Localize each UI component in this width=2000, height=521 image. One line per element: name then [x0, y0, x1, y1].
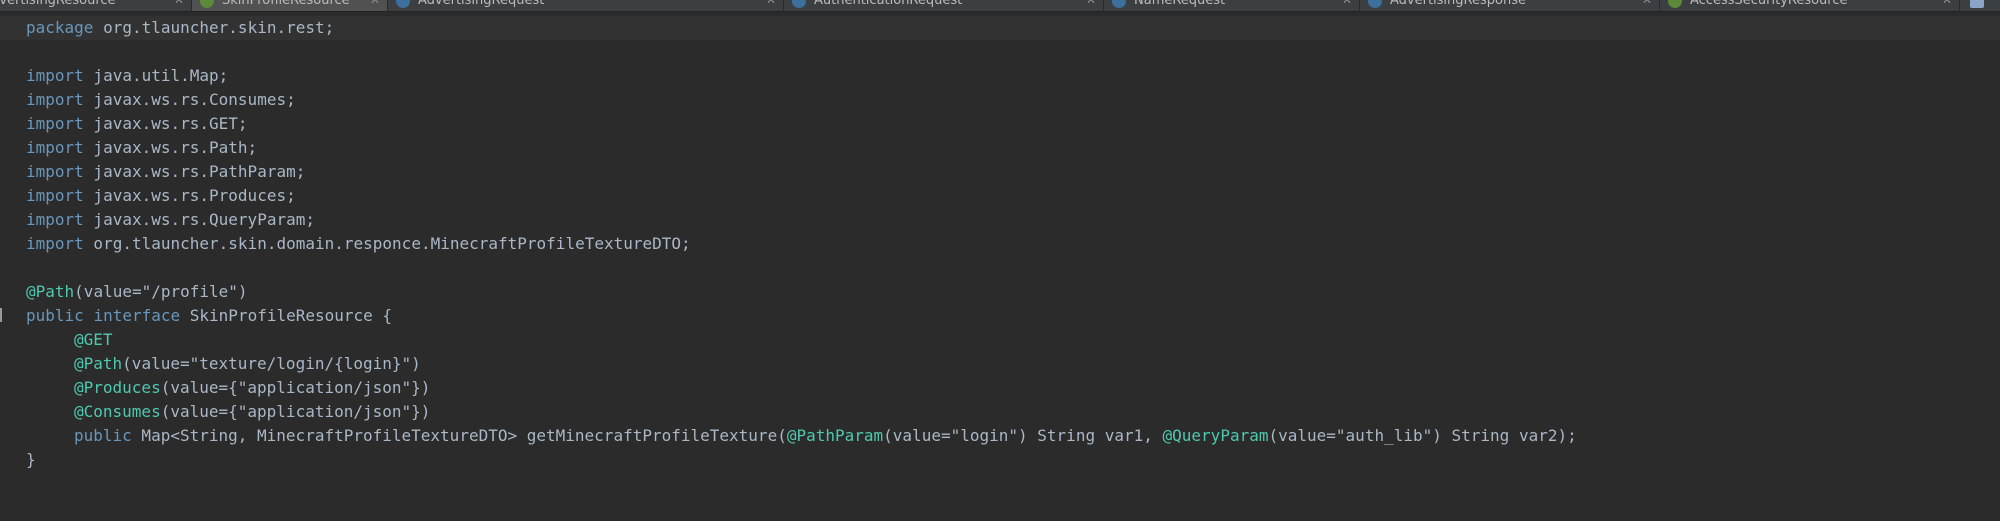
code-line: @Consumes(value={"application/json"}): [74, 402, 431, 421]
code-editor[interactable]: package org.tlauncher.skin.rest; import …: [0, 12, 2000, 521]
close-icon[interactable]: ✕: [1942, 0, 1952, 7]
java-interface-icon: [792, 0, 806, 8]
tab-label: AdvertisingRequest: [418, 0, 545, 8]
tab-authentication-request[interactable]: AuthenticationRequest ✕: [784, 0, 1104, 11]
close-icon[interactable]: ✕: [1642, 0, 1652, 7]
code-line: import java.util.Map;: [26, 66, 229, 85]
code-line: import javax.ws.rs.PathParam;: [26, 162, 306, 181]
code-line: import org.tlauncher.skin.domain.responc…: [26, 234, 691, 253]
tab-advertising-request[interactable]: AdvertisingRequest ✕: [388, 0, 784, 11]
tab-label: SkinProfileResource: [222, 0, 350, 8]
code-line: import javax.ws.rs.Produces;: [26, 186, 296, 205]
java-interface-icon: [1368, 0, 1382, 8]
java-class-icon: [1668, 0, 1682, 8]
code-line: import javax.ws.rs.Path;: [26, 138, 258, 157]
editor-tab-bar: ...AdvertisingResource ✕ SkinProfileReso…: [0, 0, 2000, 12]
code-line: import javax.ws.rs.QueryParam;: [26, 210, 315, 229]
tab-advertising-resource[interactable]: ...AdvertisingResource ✕: [0, 0, 192, 11]
tab-name-request[interactable]: NameRequest ✕: [1104, 0, 1360, 11]
tab-label: AccessSecurityResource: [1690, 0, 1848, 8]
java-interface-icon: [396, 0, 410, 8]
code-line: }: [26, 450, 36, 469]
document-icon: [1970, 0, 1984, 8]
code-line: @Path(value="texture/login/{login}"): [74, 354, 421, 373]
close-icon[interactable]: ✕: [370, 0, 380, 7]
close-icon[interactable]: ✕: [1342, 0, 1352, 7]
code-line: public Map<String, MinecraftProfileTextu…: [74, 426, 1577, 445]
code-line: package org.tlauncher.skin.rest;: [0, 16, 2000, 40]
java-class-icon: [200, 0, 214, 8]
code-line: @GET: [74, 330, 113, 349]
code-line: import javax.ws.rs.GET;: [26, 114, 248, 133]
tab-overflow[interactable]: [1960, 0, 2000, 11]
tab-label: ...AdvertisingResource: [0, 0, 116, 8]
tab-access-security-resource[interactable]: AccessSecurityResource ✕: [1660, 0, 1960, 11]
close-icon[interactable]: ✕: [174, 0, 184, 7]
close-icon[interactable]: ✕: [766, 0, 776, 7]
tab-label: NameRequest: [1134, 0, 1226, 8]
java-interface-icon: [1112, 0, 1126, 8]
code-line: @Path(value="/profile"): [26, 282, 248, 301]
tab-advertising-response[interactable]: AdvertisingResponse ✕: [1360, 0, 1660, 11]
tab-label: AuthenticationRequest: [814, 0, 963, 8]
tab-skin-profile-resource[interactable]: SkinProfileResource ✕: [192, 0, 388, 11]
code-line: @Produces(value={"application/json"}): [74, 378, 431, 397]
tab-label: AdvertisingResponse: [1390, 0, 1526, 8]
code-line: public interface SkinProfileResource {: [26, 306, 393, 325]
close-icon[interactable]: ✕: [1086, 0, 1096, 7]
code-line: import javax.ws.rs.Consumes;: [26, 90, 296, 109]
